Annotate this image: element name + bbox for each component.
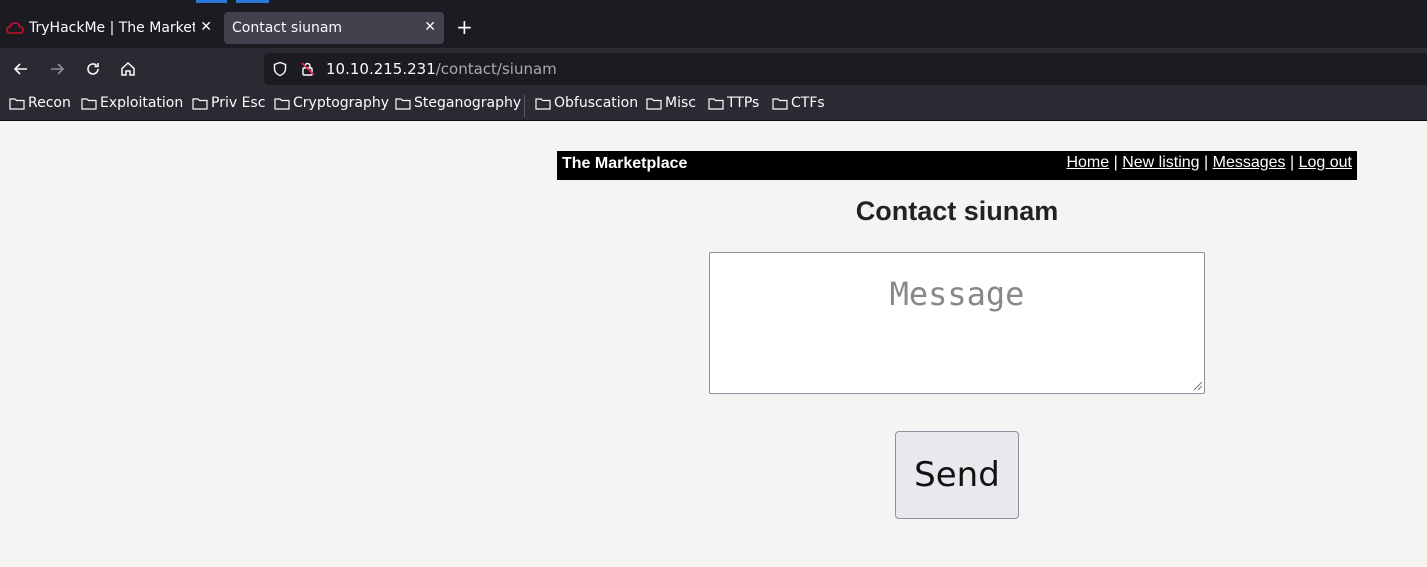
tab-indicator (236, 0, 269, 3)
tab-title: Contact siunam (232, 20, 343, 36)
url-host: 10.10.215.231 (326, 60, 436, 78)
close-tab-icon[interactable]: ✕ (200, 19, 212, 35)
close-tab-icon[interactable]: ✕ (424, 19, 436, 35)
url-path: /contact/siunam (435, 60, 557, 78)
bookmark-folder-obfuscation[interactable]: Obfuscation (535, 95, 638, 111)
address-bar[interactable]: 10.10.215.231/contact/siunam (264, 53, 1427, 85)
folder-icon (192, 97, 208, 110)
folder-icon (772, 97, 788, 110)
tab-tryhackme[interactable]: TryHackMe | The Marketplace ✕ (0, 12, 220, 44)
nav-link-messages[interactable]: Messages (1213, 154, 1286, 171)
bookmark-label: Recon (28, 95, 71, 111)
tab-contact[interactable]: Contact siunam ✕ (224, 12, 444, 44)
url-text[interactable]: 10.10.215.231/contact/siunam (326, 60, 557, 78)
bookmark-folder-priv-esc[interactable]: Priv Esc (192, 95, 265, 111)
page-content: The Marketplace Home | New listing | Mes… (0, 121, 1427, 567)
bookmark-label: Steganography (414, 95, 522, 111)
nav-separator: | (1290, 154, 1295, 171)
bookmarks-separator (524, 95, 525, 117)
send-button[interactable]: Send (895, 431, 1019, 519)
bookmark-label: Cryptography (293, 95, 390, 111)
tab-title: TryHackMe | The Marketplace (29, 20, 195, 36)
bookmark-label: CTFs (791, 95, 825, 111)
resize-grip-icon[interactable] (1191, 379, 1203, 391)
folder-icon (395, 97, 411, 110)
bookmarks-bar: Recon Exploitation Priv Esc Cryptography… (0, 90, 1427, 121)
nav-separator: | (1204, 154, 1209, 171)
reload-icon (87, 63, 99, 75)
insecure-lock-icon[interactable] (300, 61, 316, 77)
bookmark-folder-ttps[interactable]: TTPs (708, 95, 759, 111)
tab-indicator (196, 0, 227, 3)
bookmark-label: Priv Esc (211, 95, 266, 111)
arrow-right-icon (51, 63, 65, 75)
site-nav: Home | New listing | Messages | Log out (1066, 154, 1352, 172)
bookmark-folder-steganography[interactable]: Steganography (395, 95, 521, 111)
home-icon (121, 61, 135, 76)
forward-button[interactable] (46, 58, 68, 80)
reload-button[interactable] (82, 58, 104, 80)
arrow-left-icon (13, 63, 27, 75)
nav-separator: | (1113, 154, 1118, 171)
site-header: The Marketplace Home | New listing | Mes… (557, 151, 1357, 180)
bookmark-label: Misc (665, 95, 696, 111)
folder-icon (274, 97, 290, 110)
folder-icon (81, 97, 97, 110)
nav-link-logout[interactable]: Log out (1299, 154, 1352, 171)
tab-strip: TryHackMe | The Marketplace ✕ Contact si… (0, 0, 1427, 48)
new-tab-button[interactable]: + (456, 16, 473, 38)
folder-icon (708, 97, 724, 110)
bookmark-folder-misc[interactable]: Misc (646, 95, 696, 111)
bookmark-label: Obfuscation (554, 95, 639, 111)
nav-bar: 10.10.215.231/contact/siunam (0, 48, 1427, 90)
bookmark-folder-cryptography[interactable]: Cryptography (274, 95, 389, 111)
site-title: The Marketplace (562, 155, 688, 172)
nav-link-home[interactable]: Home (1066, 154, 1109, 171)
home-button[interactable] (117, 58, 139, 80)
folder-icon (9, 97, 25, 110)
message-textarea[interactable] (709, 252, 1205, 394)
bookmark-folder-exploitation[interactable]: Exploitation (81, 95, 183, 111)
bookmark-folder-recon[interactable]: Recon (9, 95, 71, 111)
bookmark-label: Exploitation (100, 95, 184, 111)
bookmark-label: TTPs (727, 95, 760, 111)
bookmark-folder-ctfs[interactable]: CTFs (772, 95, 825, 111)
folder-icon (535, 97, 551, 110)
page-title: Contact siunam (855, 196, 1059, 226)
nav-link-new-listing[interactable]: New listing (1122, 154, 1199, 171)
shield-icon[interactable] (272, 61, 288, 77)
back-button[interactable] (10, 58, 32, 80)
folder-icon (646, 97, 662, 110)
cloud-favicon-icon (6, 22, 24, 34)
